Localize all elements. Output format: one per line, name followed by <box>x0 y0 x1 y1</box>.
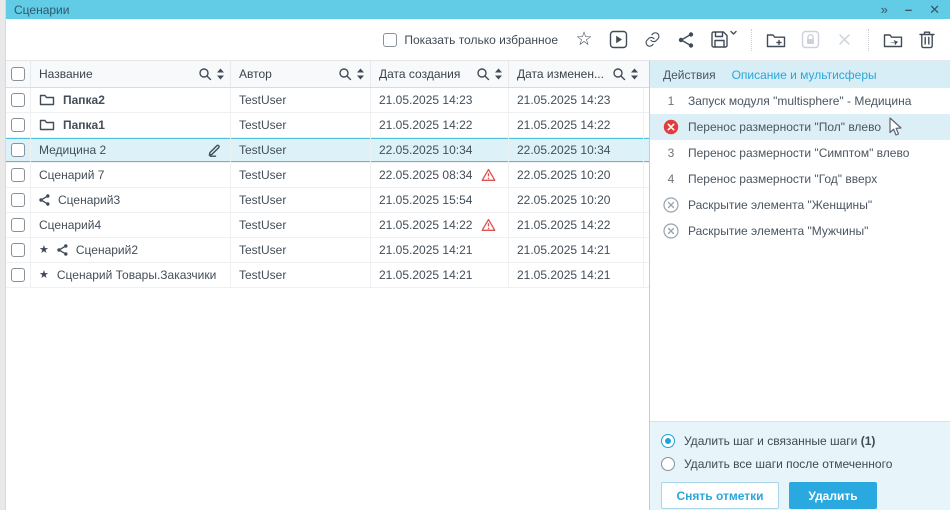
create-folder-icon[interactable] <box>766 29 786 51</box>
copy-link-icon[interactable] <box>642 29 662 51</box>
window-title: Сценарии <box>14 3 69 17</box>
share-icon[interactable] <box>676 29 696 51</box>
gray-cross-circle-icon[interactable] <box>662 197 680 213</box>
favorite-star-icon: ★ <box>39 269 49 281</box>
table-header: Название Автор Дата создания Дата измене… <box>6 61 649 88</box>
scenarios-table: Название Автор Дата создания Дата измене… <box>6 60 649 510</box>
search-icon[interactable] <box>338 67 352 81</box>
titlebar[interactable]: Сценарии » – ✕ <box>6 0 950 19</box>
row-checkbox[interactable] <box>11 93 25 107</box>
column-header-author[interactable]: Автор <box>231 61 371 87</box>
warning-icon <box>481 218 496 232</box>
mouse-cursor <box>889 117 903 140</box>
delete-button[interactable]: Удалить <box>789 482 877 509</box>
row-checkbox[interactable] <box>11 243 25 257</box>
row-checkbox[interactable] <box>11 118 25 132</box>
actions-panel: Действия Описание и мультисферы 1 Запуск… <box>649 60 950 510</box>
delete-all-after-option[interactable]: Удалить все шаги после отмеченного <box>661 452 940 475</box>
panel-tabs: Действия Описание и мультисферы <box>650 61 950 88</box>
step-item[interactable]: 1 Запуск модуля "multisphere" - Медицина <box>650 88 950 114</box>
column-header-modified[interactable]: Дата изменен... <box>509 61 644 87</box>
delete-step-option[interactable]: Удалить шаг и связанные шаги (1) <box>661 429 940 452</box>
column-header-name[interactable]: Название <box>31 61 231 87</box>
row-checkbox[interactable] <box>11 218 25 232</box>
search-icon[interactable] <box>612 67 626 81</box>
move-to-folder-icon[interactable] <box>883 29 903 51</box>
step-item-marked[interactable]: Перенос размерности "Пол" влево <box>650 114 950 140</box>
step-item[interactable]: 4 Перенос размерности "Год" вверх <box>650 166 950 192</box>
table-row[interactable]: ★Сценарий Товары.Заказчики TestUser 21.0… <box>6 263 649 288</box>
delete-options-section: Удалить шаг и связанные шаги (1) Удалить… <box>650 421 950 510</box>
trash-icon[interactable] <box>917 29 937 51</box>
toolbar: Показать только избранное ☆ <box>6 19 950 60</box>
close-icon[interactable]: ✕ <box>929 0 940 19</box>
panel-empty-area <box>650 244 950 421</box>
steps-list: 1 Запуск модуля "multisphere" - Медицина… <box>650 88 950 244</box>
tab-description-multispheres[interactable]: Описание и мультисферы <box>732 68 877 82</box>
gray-cross-circle-icon[interactable] <box>662 223 680 239</box>
toolbar-divider <box>751 29 752 51</box>
row-checkbox[interactable] <box>11 168 25 182</box>
red-cross-circle-icon[interactable] <box>662 119 680 135</box>
favorites-checkbox[interactable] <box>383 33 397 47</box>
edit-pencil-icon[interactable] <box>206 142 222 161</box>
row-checkbox[interactable] <box>11 268 25 282</box>
run-play-icon[interactable] <box>608 29 628 51</box>
scenarios-window: Сценарии » – ✕ Показать только избранное… <box>5 0 950 510</box>
radio-unselected[interactable] <box>661 457 675 471</box>
save-dropdown-chevron-icon <box>730 30 737 36</box>
table-row[interactable]: Папка2 TestUser 21.05.2025 14:23 21.05.2… <box>6 88 649 113</box>
sort-icon[interactable] <box>357 68 364 80</box>
row-checkbox[interactable] <box>11 143 25 157</box>
warning-icon <box>481 168 496 182</box>
save-button[interactable] <box>710 30 737 49</box>
step-item[interactable]: Раскрытие элемента "Женщины" <box>650 192 950 218</box>
delete-cross-icon[interactable] <box>834 29 854 51</box>
search-icon[interactable] <box>476 67 490 81</box>
column-header-created[interactable]: Дата создания <box>371 61 509 87</box>
clear-marks-button[interactable]: Снять отметки <box>661 482 779 509</box>
table-row[interactable]: Папка1 TestUser 21.05.2025 14:22 21.05.2… <box>6 113 649 138</box>
screen: Сценарии » – ✕ Показать только избранное… <box>0 0 950 510</box>
tab-actions[interactable]: Действия <box>663 68 716 82</box>
table-row[interactable]: Сценарий 7 TestUser 22.05.2025 08:34 22.… <box>6 163 649 188</box>
shared-icon <box>57 244 68 256</box>
table-row[interactable]: Сценарий3 TestUser 21.05.2025 15:54 22.0… <box>6 188 649 213</box>
table-empty-area <box>6 288 649 510</box>
table-row[interactable]: Сценарий4 TestUser 21.05.2025 14:22 21.0… <box>6 213 649 238</box>
search-icon[interactable] <box>198 67 212 81</box>
folder-icon <box>39 93 55 107</box>
favorite-star-icon[interactable]: ☆ <box>574 29 594 51</box>
more-chevrons-icon[interactable]: » <box>881 0 888 19</box>
table-row-selected[interactable]: Медицина 2 TestUser 22.05.2025 10:34 22.… <box>6 138 649 163</box>
sort-icon[interactable] <box>495 68 502 80</box>
folder-icon <box>39 118 55 132</box>
radio-selected[interactable] <box>661 434 675 448</box>
select-all-checkbox[interactable] <box>11 67 25 81</box>
sort-icon[interactable] <box>631 68 638 80</box>
favorites-label: Показать только избранное <box>404 33 558 47</box>
sort-icon[interactable] <box>217 68 224 80</box>
minimize-icon[interactable]: – <box>905 0 912 19</box>
toolbar-divider <box>868 29 869 51</box>
step-item[interactable]: Раскрытие элемента "Мужчины" <box>650 218 950 244</box>
row-checkbox[interactable] <box>11 193 25 207</box>
shared-icon <box>39 194 50 206</box>
favorites-filter[interactable]: Показать только избранное <box>383 33 558 47</box>
lock-icon[interactable] <box>800 29 820 51</box>
step-item[interactable]: 3 Перенос размерности "Симптом" влево <box>650 140 950 166</box>
table-row[interactable]: ★Сценарий2 TestUser 21.05.2025 14:21 21.… <box>6 238 649 263</box>
favorite-star-icon: ★ <box>39 244 49 256</box>
